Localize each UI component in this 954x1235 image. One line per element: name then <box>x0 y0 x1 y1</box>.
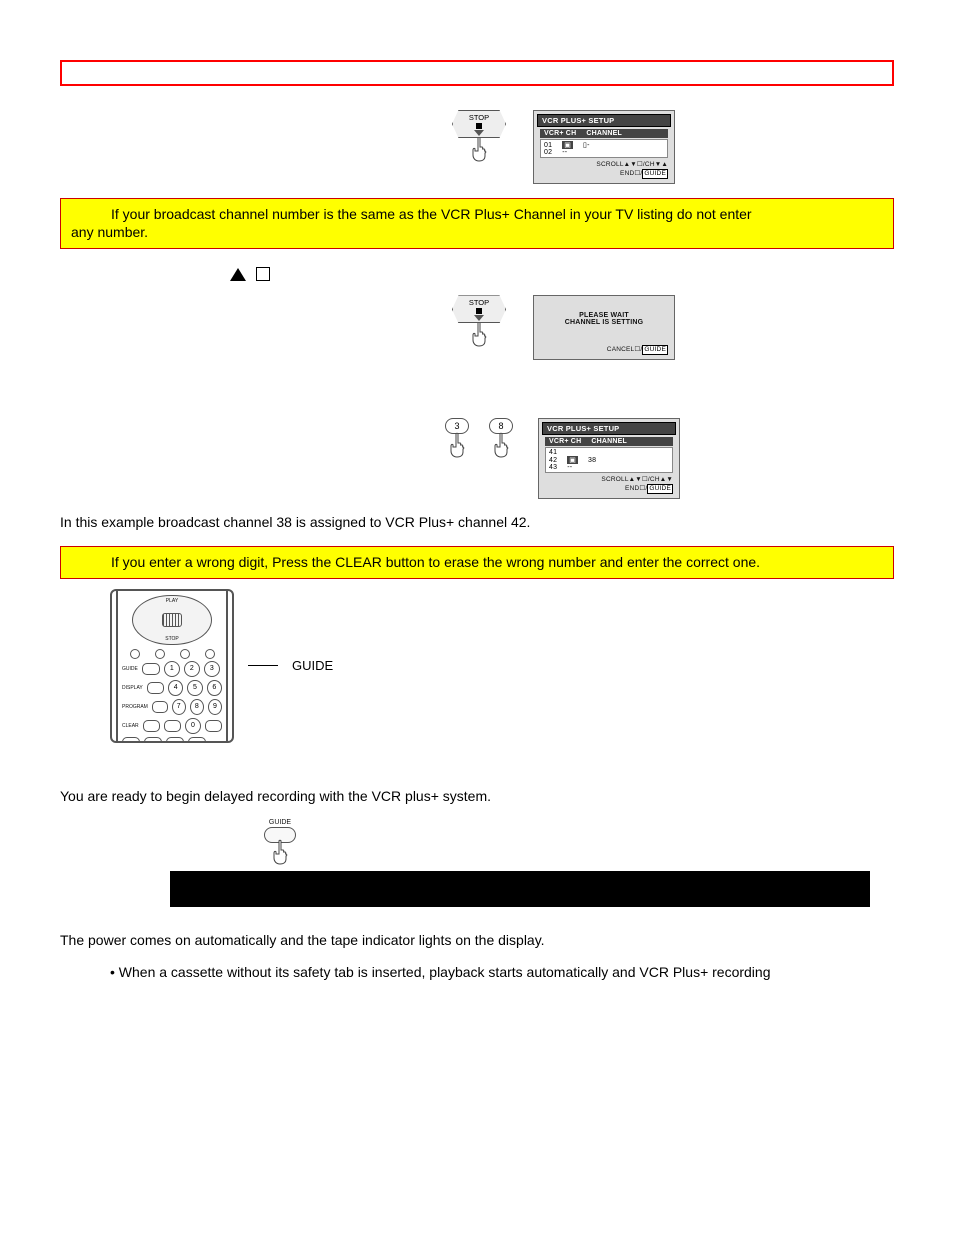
hand-icon <box>447 432 467 458</box>
hand-icon <box>469 321 489 347</box>
step-2-row: STOP PLEASE WAIT CHANNEL IS SETTING CANC… <box>230 295 894 360</box>
remote-figure-row: PLAY STOP GUIDE 1 2 3 DISPLAY 4 5 <box>110 589 894 743</box>
header-red-box <box>60 60 894 86</box>
square-icon <box>256 267 270 281</box>
bullet-1: When a cassette without its safety tab i… <box>110 964 894 980</box>
arrow-square-marker <box>230 267 894 281</box>
black-bar <box>170 871 870 907</box>
osd-setup-screen-1: VCR PLUS+ SETUP VCR+ CH CHANNEL 01▣▯- 02… <box>533 110 675 184</box>
stop-button-figure: STOP <box>449 110 509 162</box>
guide-callout-label: GUIDE <box>292 658 333 673</box>
bullet-list: When a cassette without its safety tab i… <box>110 964 894 980</box>
callout-a-line1: If your broadcast channel number is the … <box>71 205 883 224</box>
callout-a-line2: any number. <box>71 223 883 242</box>
number-keys-figure: 3 8 <box>444 418 514 458</box>
hand-icon <box>491 432 511 458</box>
step-1-row: STOP VCR PLUS+ SETUP VCR+ CH CHANNEL 01▣… <box>230 110 894 184</box>
example-line: In this example broadcast channel 38 is … <box>60 513 894 532</box>
stop-key-label: STOP <box>469 113 489 122</box>
osd1-title: VCR PLUS+ SETUP <box>537 114 671 127</box>
callout-same-channel: If your broadcast channel number is the … <box>60 198 894 250</box>
stop-key-icon: STOP <box>452 295 506 323</box>
hand-icon <box>270 839 290 865</box>
ready-line: You are ready to begin delayed recording… <box>60 787 894 806</box>
guide-button-figure: GUIDE <box>260 819 300 865</box>
callout-wrong-digit: If you enter a wrong digit, Press the CL… <box>60 546 894 579</box>
power-line: The power comes on automatically and the… <box>60 931 894 950</box>
stop-button-figure-2: STOP <box>449 295 509 347</box>
osd-wait-screen: PLEASE WAIT CHANNEL IS SETTING CANCEL☐/G… <box>533 295 675 360</box>
stop-key-label: STOP <box>469 298 489 307</box>
callout-b-text: If you enter a wrong digit, Press the CL… <box>71 553 883 572</box>
remote-control-figure: PLAY STOP GUIDE 1 2 3 DISPLAY 4 5 <box>110 589 234 743</box>
up-arrow-icon <box>230 268 246 281</box>
guide-key-label: GUIDE <box>269 819 291 826</box>
osd-setup-screen-2: VCR PLUS+ SETUP VCR+ CH CHANNEL 41 42▣38… <box>538 418 680 499</box>
stop-key-icon: STOP <box>452 110 506 138</box>
step-3-row: 3 8 VCR PLUS+ SETUP VCR+ CH CHANNEL 41 4… <box>230 418 894 499</box>
hand-icon <box>469 136 489 162</box>
leader-line <box>248 665 278 666</box>
